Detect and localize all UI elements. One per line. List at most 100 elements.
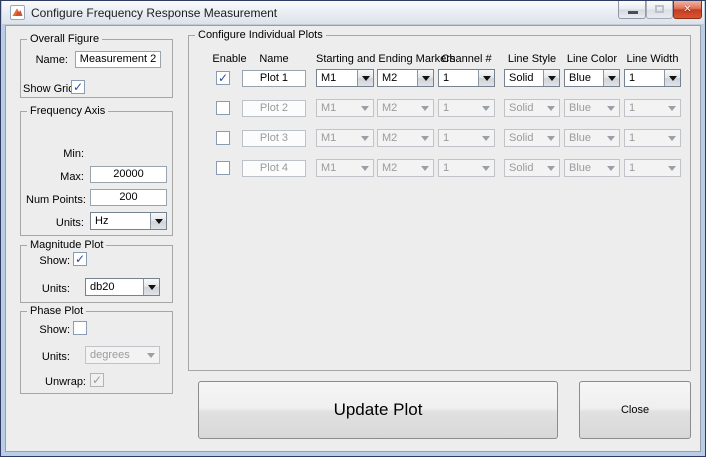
chevron-down-icon [548,76,556,81]
plot1-line-width-value: 1 [629,72,635,84]
magnitude-plot-group: Magnitude Plot Show: Units: db20 [20,245,173,303]
line-style-column-header: Line Style [504,53,560,65]
channel-column-header: Channel # [438,53,495,65]
plot1-channel-dropdown[interactable]: 1 [438,69,495,87]
overall-figure-group: Overall Figure Name: Measurement 2 Show … [20,39,173,98]
chevron-down-icon [361,136,369,141]
plot2-line-style-dropdown: Solid [504,99,560,117]
title-bar[interactable]: Configure Frequency Response Measurement… [2,1,704,25]
plot4-enable-checkbox[interactable] [216,161,230,175]
plot1-marker-start-value: M1 [321,72,336,84]
unwrap-checkbox [90,373,104,387]
chevron-down-icon [482,166,490,171]
num-points-input[interactable]: 200 [90,189,167,206]
dropdown-arrow-button [150,213,166,229]
close-icon: ✕ [674,4,701,15]
dropdown-arrow-button [664,160,680,176]
chevron-down-icon [147,353,155,358]
plot4-line-color-dropdown: Blue [564,159,620,177]
dropdown-arrow-button [478,160,494,176]
chevron-down-icon [482,136,490,141]
plot1-line-style-dropdown[interactable]: Solid [504,69,560,87]
magnitude-show-checkbox[interactable] [73,252,87,266]
freq-units-value: Hz [95,215,108,227]
chevron-down-icon [547,166,555,171]
freq-units-dropdown[interactable]: Hz [90,212,167,230]
plot4-line-color-value: Blue [569,162,591,174]
plot1-name-input[interactable]: Plot 1 [242,70,306,87]
phase-plot-group: Phase Plot Show: Units: degrees Unwrap: [20,311,173,394]
plot1-marker-start-dropdown[interactable]: M1 [316,69,374,87]
show-grid-checkbox[interactable] [71,80,85,94]
dropdown-arrow-button [143,347,159,363]
plot2-line-color-value: Blue [569,102,591,114]
dropdown-arrow-button [543,160,559,176]
plot2-channel-dropdown: 1 [438,99,495,117]
plot2-channel-value: 1 [443,102,449,114]
chevron-down-icon [422,76,430,81]
plot3-marker-start-dropdown: M1 [316,129,374,147]
plot2-name-input: Plot 2 [242,100,306,117]
phase-show-checkbox[interactable] [73,321,87,335]
show-grid-label: Show Grid: [23,83,68,95]
markers-column-header: Starting and Ending Markers [316,53,434,65]
magnitude-plot-group-title: Magnitude Plot [27,239,106,251]
plot1-line-width-dropdown[interactable]: 1 [624,69,681,87]
dropdown-arrow-button [603,130,619,146]
plot4-marker-end-dropdown: M2 [377,159,434,177]
close-dialog-button[interactable]: Close [579,381,691,439]
plot2-marker-end-dropdown: M2 [377,99,434,117]
dropdown-arrow-button [417,130,433,146]
dropdown-arrow-button [478,100,494,116]
magnitude-units-value: db20 [90,281,114,293]
chevron-down-icon [148,285,156,290]
chevron-down-icon [668,166,676,171]
dropdown-arrow-button [543,130,559,146]
chevron-down-icon [421,106,429,111]
figure-name-input[interactable]: Measurement 2 [75,51,161,68]
magnitude-units-dropdown[interactable]: db20 [85,278,160,296]
plot2-line-style-value: Solid [509,102,533,114]
plot3-line-color-value: Blue [569,132,591,144]
plot3-line-width-value: 1 [629,132,635,144]
chevron-down-icon [668,136,676,141]
dropdown-arrow-button [357,100,373,116]
chevron-down-icon [362,76,370,81]
phase-units-label: Units: [26,351,70,363]
chevron-down-icon [607,136,615,141]
chevron-down-icon [361,106,369,111]
chevron-down-icon [483,76,491,81]
phase-plot-group-title: Phase Plot [27,305,86,317]
dropdown-arrow-button [357,130,373,146]
plot1-line-color-dropdown[interactable]: Blue [564,69,620,87]
close-button[interactable]: ✕ [673,1,702,19]
frequency-axis-group-title: Frequency Axis [27,105,108,117]
plot3-line-width-dropdown: 1 [624,129,681,147]
chevron-down-icon [607,166,615,171]
dropdown-arrow-button [478,130,494,146]
chevron-down-icon [608,76,616,81]
phase-units-dropdown: degrees [85,346,160,364]
minimize-icon [628,11,638,14]
plots-group-title: Configure Individual Plots [195,29,326,41]
plot3-enable-checkbox[interactable] [216,131,230,145]
plot1-enable-checkbox[interactable] [216,71,230,85]
dropdown-arrow-button [543,70,559,86]
update-plot-button[interactable]: Update Plot [198,381,558,439]
line-width-column-header: Line Width [624,53,681,65]
chevron-down-icon [547,136,555,141]
plot3-marker-end-value: M2 [382,132,397,144]
plot2-marker-start-value: M1 [321,102,336,114]
plot1-marker-end-dropdown[interactable]: M2 [377,69,434,87]
plot-row-4: Plot 4 M1 M2 1 Solid Blue 1 [189,159,690,180]
plot-row-2: Plot 2 M1 M2 1 Solid Blue 1 [189,99,690,120]
freq-max-input[interactable]: 20000 [90,166,167,183]
plot2-enable-checkbox[interactable] [216,101,230,115]
plot3-marker-end-dropdown: M2 [377,129,434,147]
minimize-button[interactable] [618,1,646,19]
plot4-channel-dropdown: 1 [438,159,495,177]
dropdown-arrow-button [603,160,619,176]
chevron-down-icon [421,136,429,141]
dropdown-arrow-button [143,279,159,295]
plot3-marker-start-value: M1 [321,132,336,144]
